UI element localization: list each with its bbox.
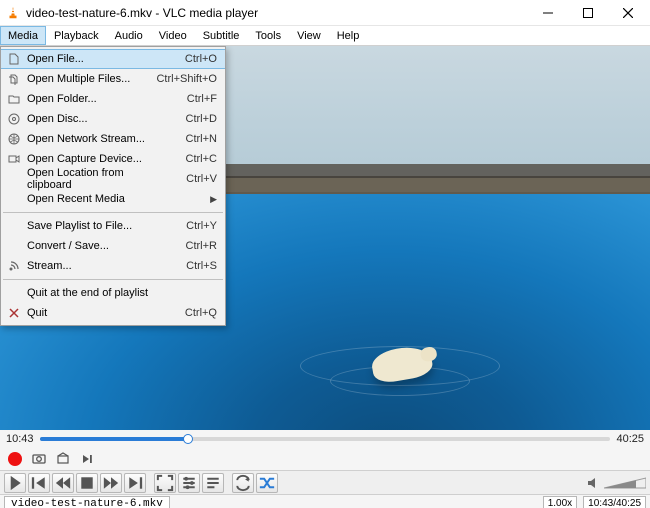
playlist-button[interactable] [202, 473, 224, 493]
disc-icon [5, 113, 23, 125]
menu-item-shortcut: Ctrl+O [157, 53, 217, 65]
status-bar: video-test-nature-6.mkv 1.00x 10:43/40:2… [0, 494, 650, 508]
menu-item-shortcut: Ctrl+R [157, 240, 217, 252]
menu-item-shortcut: Ctrl+D [157, 113, 217, 125]
menu-tools[interactable]: Tools [247, 26, 289, 45]
volume-slider[interactable] [604, 476, 646, 490]
shuffle-button[interactable] [256, 473, 278, 493]
seek-slider[interactable] [40, 437, 611, 441]
menu-item-open-network-stream[interactable]: Open Network Stream...Ctrl+N [1, 129, 225, 149]
menu-item-label: Open Folder... [23, 93, 157, 105]
files-icon [5, 73, 23, 85]
menu-separator [3, 279, 223, 280]
status-filename: video-test-nature-6.mkv [4, 496, 170, 508]
extended-settings-button[interactable] [178, 473, 200, 493]
menu-item-label: Quit [23, 307, 157, 319]
volume-control[interactable] [586, 476, 646, 490]
vlc-cone-icon [6, 6, 20, 20]
menu-item-shortcut: Ctrl+Q [157, 307, 217, 319]
menu-item-open-file[interactable]: Open File...Ctrl+O [1, 49, 225, 69]
network-icon [5, 133, 23, 145]
time-total[interactable]: 40:25 [616, 433, 644, 445]
menu-item-open-capture-device[interactable]: Open Capture Device...Ctrl+C [1, 149, 225, 169]
loop-a-b-button[interactable] [54, 450, 72, 468]
menu-item-label: Open File... [23, 53, 157, 65]
menu-item-shortcut: Ctrl+F [157, 93, 217, 105]
snapshot-button[interactable] [30, 450, 48, 468]
menu-item-label: Open Multiple Files... [23, 73, 156, 85]
stream-icon [5, 260, 23, 272]
folder-icon [5, 93, 23, 105]
menu-item-shortcut: Ctrl+C [157, 153, 217, 165]
menu-item-quit[interactable]: QuitCtrl+Q [1, 303, 225, 323]
maximize-button[interactable] [568, 0, 608, 26]
menu-item-label: Open Recent Media [23, 193, 210, 205]
menu-item-open-disc[interactable]: Open Disc...Ctrl+D [1, 109, 225, 129]
speaker-icon [586, 476, 600, 490]
stop-button[interactable] [76, 473, 98, 493]
capture-icon [5, 153, 23, 165]
title-bar: video-test-nature-6.mkv - VLC media play… [0, 0, 650, 26]
menu-item-shortcut: Ctrl+V [157, 173, 217, 185]
menu-media[interactable]: Media [0, 26, 46, 45]
menu-view[interactable]: View [289, 26, 329, 45]
file-icon [5, 53, 23, 65]
time-current[interactable]: 10:43 [6, 433, 34, 445]
menu-audio[interactable]: Audio [107, 26, 151, 45]
seek-row: 10:43 40:25 [0, 430, 650, 448]
menu-item-open-recent-media[interactable]: Open Recent Media▶ [1, 189, 225, 209]
frame-step-button[interactable] [78, 450, 96, 468]
menu-item-shortcut: Ctrl+Y [157, 220, 217, 232]
menu-item-label: Open Location from clipboard [23, 167, 157, 191]
menu-subtitle[interactable]: Subtitle [195, 26, 248, 45]
menu-item-shortcut: Ctrl+Shift+O [156, 73, 217, 85]
record-toolbar [0, 448, 650, 470]
menu-item-label: Quit at the end of playlist [23, 287, 157, 299]
next-chapter-button[interactable] [124, 473, 146, 493]
fullscreen-button[interactable] [154, 473, 176, 493]
menu-item-label: Open Capture Device... [23, 153, 157, 165]
prev-chapter-button[interactable] [28, 473, 50, 493]
menu-bar: Media Playback Audio Video Subtitle Tool… [0, 26, 650, 46]
loop-button[interactable] [232, 473, 254, 493]
menu-item-save-playlist-to-file[interactable]: Save Playlist to File...Ctrl+Y [1, 216, 225, 236]
menu-item-stream[interactable]: Stream...Ctrl+S [1, 256, 225, 276]
menu-item-label: Save Playlist to File... [23, 220, 157, 232]
menu-item-shortcut: Ctrl+S [157, 260, 217, 272]
close-button[interactable] [608, 0, 648, 26]
menu-item-label: Stream... [23, 260, 157, 272]
menu-playback[interactable]: Playback [46, 26, 107, 45]
forward-button[interactable] [100, 473, 122, 493]
status-time[interactable]: 10:43/40:25 [583, 496, 646, 508]
menu-video[interactable]: Video [151, 26, 195, 45]
menu-item-label: Open Disc... [23, 113, 157, 125]
rewind-button[interactable] [52, 473, 74, 493]
media-dropdown: Open File...Ctrl+OOpen Multiple Files...… [0, 46, 226, 326]
menu-item-label: Open Network Stream... [23, 133, 157, 145]
submenu-arrow-icon: ▶ [210, 194, 217, 205]
record-button[interactable] [6, 450, 24, 468]
menu-item-shortcut: Ctrl+N [157, 133, 217, 145]
menu-item-quit-at-the-end-of-playlist[interactable]: Quit at the end of playlist [1, 283, 225, 303]
play-button[interactable] [4, 473, 26, 493]
quit-icon [5, 307, 23, 319]
menu-item-label: Convert / Save... [23, 240, 157, 252]
menu-item-open-folder[interactable]: Open Folder...Ctrl+F [1, 89, 225, 109]
menu-help[interactable]: Help [329, 26, 368, 45]
menu-item-open-location-from-clipboard[interactable]: Open Location from clipboardCtrl+V [1, 169, 225, 189]
minimize-button[interactable] [528, 0, 568, 26]
menu-separator [3, 212, 223, 213]
window-title: video-test-nature-6.mkv - VLC media play… [26, 6, 528, 20]
status-speed[interactable]: 1.00x [543, 496, 577, 508]
menu-item-open-multiple-files[interactable]: Open Multiple Files...Ctrl+Shift+O [1, 69, 225, 89]
playback-controls [0, 470, 650, 494]
video-area[interactable]: Open File...Ctrl+OOpen Multiple Files...… [0, 46, 650, 430]
menu-item-convert-save[interactable]: Convert / Save...Ctrl+R [1, 236, 225, 256]
